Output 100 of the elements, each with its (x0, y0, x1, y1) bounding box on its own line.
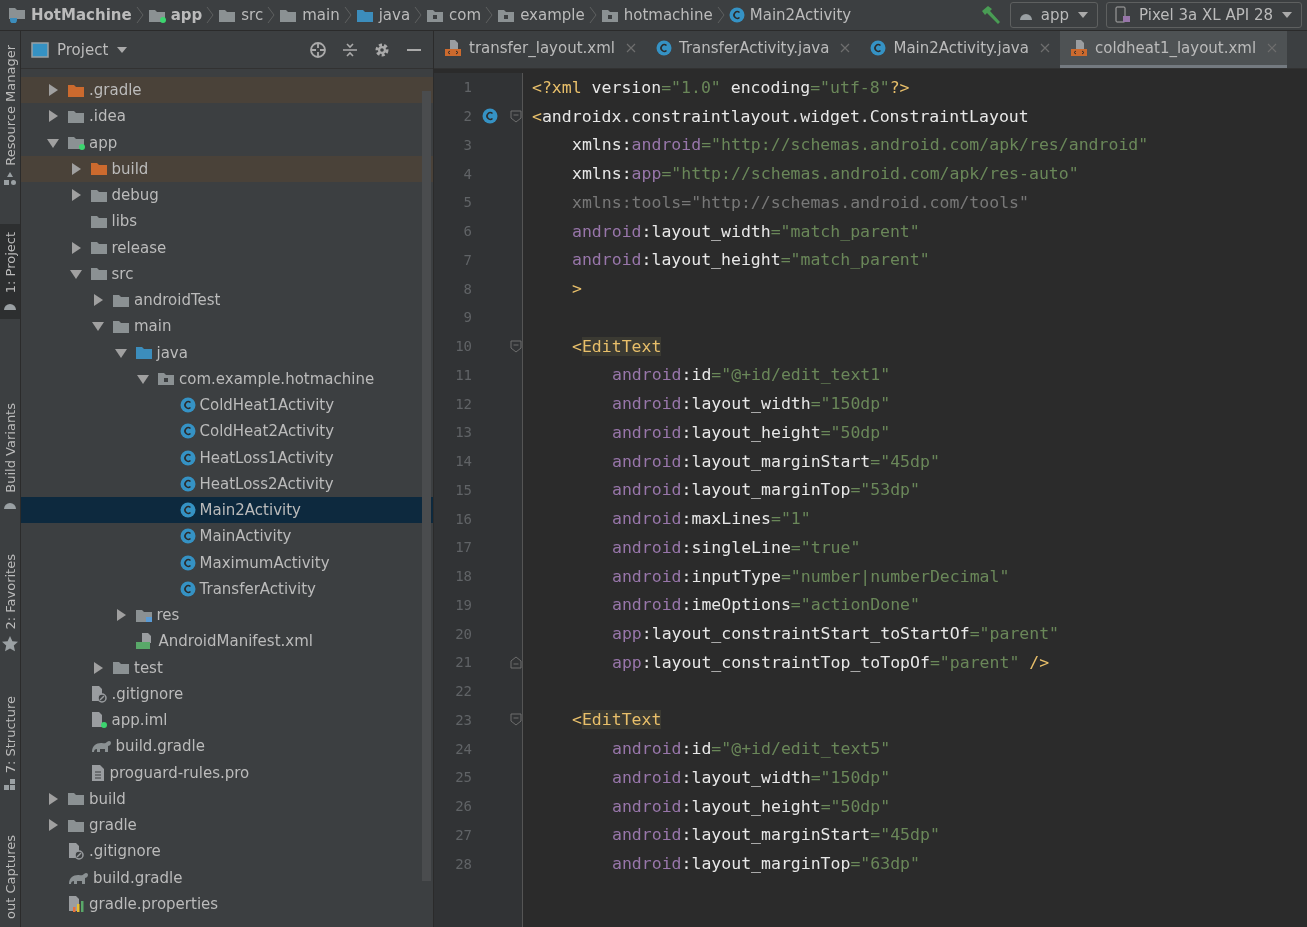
fold-icon[interactable] (510, 109, 522, 123)
tree-item[interactable]: app.iml (21, 707, 433, 734)
tree-item[interactable]: java (21, 339, 433, 366)
tool-window-tab[interactable]: 2: Favorites (0, 546, 20, 660)
module-file-icon (89, 711, 108, 730)
collapsed-arrow-icon[interactable] (47, 110, 59, 123)
tree-item[interactable]: com.example.hotmachine (21, 365, 433, 392)
tool-window-tab[interactable]: Resource Manager (0, 37, 20, 194)
tree-item[interactable]: Main2Activity (21, 497, 433, 524)
tree-item[interactable]: androidTest (21, 287, 433, 314)
collapsed-arrow-icon[interactable] (69, 162, 82, 175)
folder-icon (89, 213, 108, 229)
tree-item[interactable]: release (21, 234, 433, 261)
editor-tab[interactable]: coldheat1_layout.xml (1059, 31, 1288, 68)
collapsed-arrow-icon[interactable] (69, 189, 82, 202)
breadcrumb[interactable]: Main2Activity (724, 6, 856, 24)
expanded-arrow-icon[interactable] (69, 267, 82, 280)
tree-item[interactable]: ColdHeat1Activity (21, 392, 433, 419)
tool-window-tab[interactable]: 7: Structure (0, 687, 20, 800)
tree-item[interactable]: build.gradle (21, 864, 433, 891)
properties-file-icon (67, 894, 85, 913)
breadcrumb[interactable]: java (351, 6, 415, 24)
code-line: android:layout_marginStart="45dp" (612, 451, 940, 471)
tree-item[interactable]: src (21, 260, 433, 287)
tree-item[interactable]: build (21, 785, 433, 812)
close-icon[interactable] (625, 43, 636, 53)
tool-window-tab[interactable]: 1: Project (0, 223, 20, 319)
xml-file-icon (1069, 39, 1088, 57)
breadcrumb[interactable]: example (493, 6, 589, 24)
tree-item[interactable]: .gradle (21, 77, 433, 104)
tree-item[interactable]: HeatLoss1Activity (21, 444, 433, 471)
collapsed-arrow-icon[interactable] (47, 84, 59, 97)
close-icon[interactable] (840, 43, 851, 53)
project-view-dropdown[interactable]: Project (31, 40, 129, 59)
tree-item[interactable]: MainActivity (21, 523, 433, 550)
breadcrumb[interactable]: src (214, 6, 268, 24)
class-icon (179, 554, 196, 571)
collapsed-arrow-icon[interactable] (92, 294, 104, 307)
tree-item[interactable]: test (21, 654, 433, 681)
package-icon (600, 7, 619, 23)
tree-item[interactable]: .gitignore (21, 680, 433, 707)
breadcrumb[interactable]: main (275, 6, 344, 24)
package-icon (157, 371, 175, 387)
class-icon (655, 40, 672, 56)
editor-tab[interactable]: Main2Activity.java (860, 31, 1060, 68)
breadcrumb[interactable]: app (143, 6, 207, 24)
class-icon (179, 528, 196, 545)
collapse-all-icon[interactable] (341, 40, 359, 59)
tree-item[interactable]: TransferActivity (21, 575, 433, 602)
tree-item[interactable]: app (21, 129, 433, 156)
tree-item[interactable]: main (21, 313, 433, 340)
collapsed-arrow-icon[interactable] (69, 241, 82, 254)
expanded-arrow-icon[interactable] (137, 372, 149, 385)
tree-item[interactable]: proguard-rules.pro (21, 759, 433, 786)
tree-item[interactable]: AndroidManifest.xml (21, 628, 433, 655)
collapsed-arrow-icon[interactable] (47, 792, 59, 805)
folder-icon (218, 7, 237, 23)
expanded-arrow-icon[interactable] (92, 320, 104, 333)
expanded-arrow-icon[interactable] (47, 136, 59, 149)
collapsed-arrow-icon[interactable] (114, 609, 127, 622)
tool-window-tab[interactable]: Build Variants (0, 394, 20, 519)
tree-item[interactable]: debug (21, 182, 433, 209)
run-configuration-dropdown[interactable]: app (1009, 2, 1099, 28)
expanded-arrow-icon[interactable] (114, 346, 127, 359)
collapsed-arrow-icon[interactable] (47, 819, 59, 832)
tree-item[interactable]: build.gradle (21, 733, 433, 760)
tree-item[interactable]: .idea (21, 103, 433, 130)
editor-tab[interactable]: TransferActivity.java (645, 31, 861, 68)
tree-item[interactable]: gradle.properties (21, 890, 433, 917)
breadcrumb[interactable]: hotmachine (596, 6, 717, 24)
caret-icon (116, 45, 129, 54)
tree-item[interactable]: HeatLoss2Activity (21, 470, 433, 497)
folder-icon (112, 318, 130, 334)
file-icon (89, 763, 106, 782)
fold-icon[interactable] (510, 339, 522, 353)
caret-icon (1281, 11, 1293, 19)
tree-item[interactable]: .gitignore (21, 838, 433, 865)
tree-item[interactable]: libs (21, 208, 433, 235)
code-line: android:layout_height="50dp" (612, 796, 891, 816)
fold-icon[interactable] (510, 713, 522, 727)
code-line: android:inputType="number|numberDecimal" (612, 566, 1010, 586)
tree-item[interactable]: MaximumActivity (21, 549, 433, 576)
ignored-file-icon (67, 842, 85, 861)
tree-item[interactable]: res (21, 602, 433, 629)
tool-window-tab[interactable]: out Captures (0, 827, 20, 927)
tree-item[interactable]: build (21, 155, 433, 182)
chevron-icon (414, 5, 423, 25)
tree-item[interactable]: gradle (21, 812, 433, 839)
fold-icon[interactable] (510, 655, 522, 669)
locate-icon[interactable] (309, 40, 327, 59)
editor-tab[interactable]: transfer_layout.xml (434, 31, 646, 68)
collapsed-arrow-icon[interactable] (92, 661, 104, 674)
scrollbar[interactable] (422, 91, 431, 881)
breadcrumb[interactable]: HotMachine (4, 6, 136, 24)
code-line: app:layout_constraintTop_toTopOf="parent" /> (612, 652, 1050, 672)
hammer-icon[interactable] (979, 5, 1002, 25)
tree-item[interactable]: ColdHeat2Activity (21, 418, 433, 445)
device-dropdown[interactable]: Pixel 3a XL API 28 (1106, 2, 1302, 28)
breadcrumb[interactable]: com (422, 6, 486, 24)
close-icon[interactable] (1039, 43, 1050, 53)
